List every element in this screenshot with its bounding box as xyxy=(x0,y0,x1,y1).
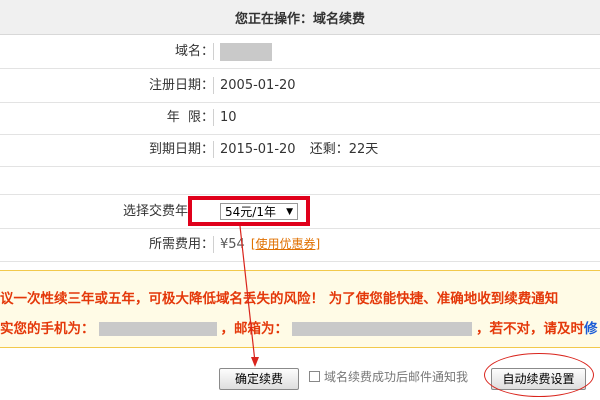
annotation-arrow-line xyxy=(239,225,256,363)
annotation-arrow-head xyxy=(251,357,259,367)
annotation-arrow xyxy=(239,225,259,367)
email-notify-checkbox[interactable] xyxy=(309,371,320,382)
email-notify-label: 域名续费成功后邮件通知我 xyxy=(324,370,469,384)
annotation-circle xyxy=(484,353,594,397)
confirm-renewal-button[interactable]: 确定续费 xyxy=(219,368,299,390)
